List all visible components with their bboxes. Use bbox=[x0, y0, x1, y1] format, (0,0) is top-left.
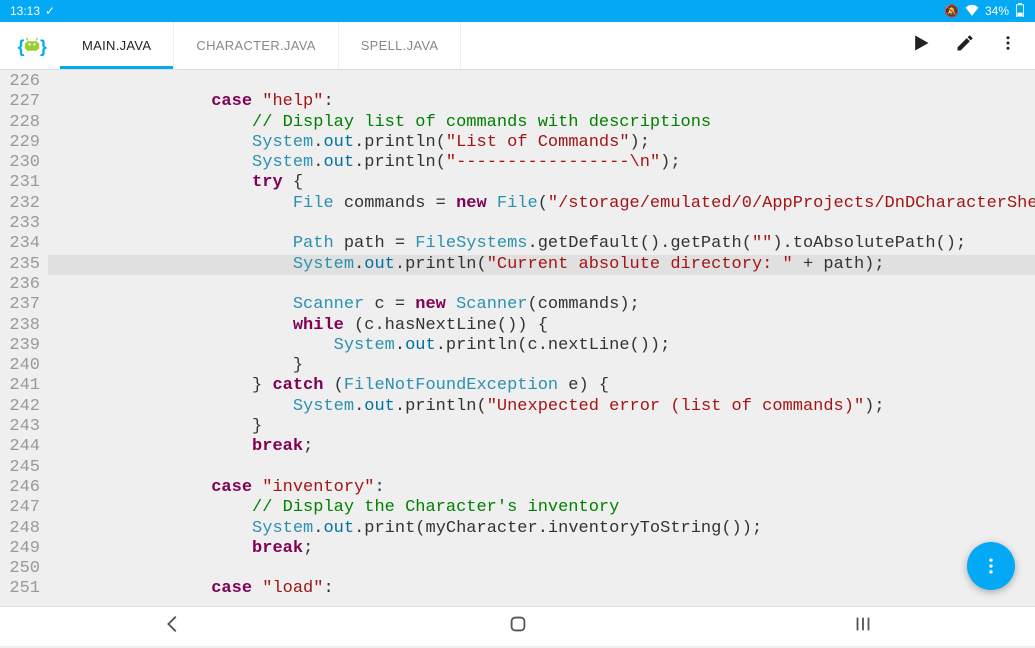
nav-home-icon[interactable] bbox=[467, 605, 569, 648]
fab-more-button[interactable] bbox=[967, 542, 1015, 590]
code-line[interactable]: // Display the Character's inventory bbox=[48, 498, 1035, 518]
svg-text:}: } bbox=[40, 36, 47, 56]
code-line[interactable]: File commands = new File("/storage/emula… bbox=[48, 194, 1035, 214]
code-line[interactable]: System.out.println("List of Commands"); bbox=[48, 133, 1035, 153]
code-line[interactable]: } catch (FileNotFoundException e) { bbox=[48, 376, 1035, 396]
wifi-icon bbox=[965, 4, 979, 19]
svg-text:{: { bbox=[18, 36, 25, 56]
app-logo-icon[interactable]: { } bbox=[16, 30, 48, 62]
line-gutter: 2262272282292302312322332342352362372382… bbox=[0, 70, 48, 606]
code-line[interactable]: case "inventory": bbox=[48, 478, 1035, 498]
code-line[interactable] bbox=[48, 275, 1035, 295]
code-line[interactable]: System.out.println("Unexpected error (li… bbox=[48, 397, 1035, 417]
nav-back-icon[interactable] bbox=[122, 605, 224, 648]
code-line[interactable]: System.out.print(myCharacter.inventoryTo… bbox=[48, 519, 1035, 539]
code-line[interactable]: System.out.println("-----------------\n"… bbox=[48, 153, 1035, 173]
mute-icon: 🔕 bbox=[944, 4, 959, 18]
status-bar: 13:13 ✓ 🔕 34% bbox=[0, 0, 1035, 22]
code-line[interactable]: // Display list of commands with descrip… bbox=[48, 113, 1035, 133]
code-line[interactable]: while (c.hasNextLine()) { bbox=[48, 316, 1035, 336]
status-time: 13:13 bbox=[10, 4, 40, 18]
tab-main-java[interactable]: MAIN.JAVA bbox=[60, 22, 174, 69]
code-area[interactable]: case "help": // Display list of commands… bbox=[48, 70, 1035, 606]
code-line[interactable]: Scanner c = new Scanner(commands); bbox=[48, 295, 1035, 315]
nav-bar bbox=[0, 606, 1035, 646]
tab-spell-java[interactable]: SPELL.JAVA bbox=[339, 22, 462, 69]
code-line[interactable] bbox=[48, 458, 1035, 478]
code-line[interactable]: System.out.println(c.nextLine()); bbox=[48, 336, 1035, 356]
toolbar: { } MAIN.JAVA CHARACTER.JAVA SPELL.JAVA bbox=[0, 22, 1035, 70]
battery-icon bbox=[1015, 3, 1025, 20]
checkmark-icon: ✓ bbox=[45, 4, 55, 18]
code-line[interactable]: } bbox=[48, 356, 1035, 376]
play-icon[interactable] bbox=[911, 33, 931, 58]
code-line[interactable]: case "load": bbox=[48, 579, 1035, 599]
code-editor[interactable]: 2262272282292302312322332342352362372382… bbox=[0, 70, 1035, 606]
more-icon[interactable] bbox=[999, 33, 1017, 58]
nav-recents-icon[interactable] bbox=[812, 605, 914, 648]
code-line[interactable] bbox=[48, 72, 1035, 92]
code-line[interactable]: } bbox=[48, 417, 1035, 437]
tab-character-java[interactable]: CHARACTER.JAVA bbox=[174, 22, 338, 69]
code-line[interactable] bbox=[48, 559, 1035, 579]
edit-icon[interactable] bbox=[955, 33, 975, 58]
code-line[interactable]: System.out.println("Current absolute dir… bbox=[48, 255, 1035, 275]
code-line[interactable]: try { bbox=[48, 173, 1035, 193]
battery-text: 34% bbox=[985, 4, 1009, 18]
code-line[interactable]: break; bbox=[48, 437, 1035, 457]
tabs-container: MAIN.JAVA CHARACTER.JAVA SPELL.JAVA bbox=[60, 22, 911, 69]
code-line[interactable] bbox=[48, 214, 1035, 234]
code-line[interactable]: Path path = FileSystems.getDefault().get… bbox=[48, 234, 1035, 254]
code-line[interactable]: break; bbox=[48, 539, 1035, 559]
code-line[interactable]: case "help": bbox=[48, 92, 1035, 112]
